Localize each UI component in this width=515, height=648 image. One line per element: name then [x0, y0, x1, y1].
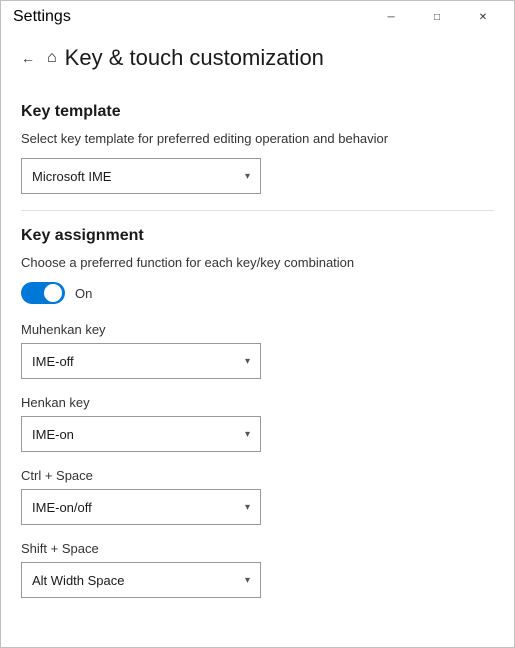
title-bar-left: Settings: [13, 8, 71, 26]
shift-space-value: Alt Width Space: [32, 573, 125, 588]
muhenkan-dropdown[interactable]: IME-off ▾: [21, 343, 261, 379]
muhenkan-value: IME-off: [32, 354, 74, 369]
title-bar-controls: ─ □ ✕: [368, 1, 506, 33]
back-button[interactable]: ←: [21, 50, 35, 66]
content-area: ← ⌂ Key & touch customization Key templa…: [1, 33, 514, 647]
key-assignment-section-title: Key assignment: [21, 227, 494, 245]
ctrl-space-dropdown-arrow: ▾: [245, 502, 250, 513]
key-template-dropdown[interactable]: Microsoft IME ▾: [21, 158, 261, 194]
henkan-label: Henkan key: [21, 395, 494, 410]
key-assignment-description: Choose a preferred function for each key…: [21, 255, 494, 270]
maximize-button[interactable]: □: [414, 1, 460, 33]
back-icon: ←: [21, 50, 35, 66]
minimize-button[interactable]: ─: [368, 1, 414, 33]
henkan-dropdown-arrow: ▾: [245, 429, 250, 440]
shift-space-label: Shift + Space: [21, 541, 494, 556]
toggle-row: On: [21, 282, 494, 304]
title-bar-title: Settings: [13, 8, 71, 26]
page-title: ⌂ Key & touch customization: [47, 45, 324, 71]
settings-window: Settings ─ □ ✕ ← ⌂ Key & touch customiza…: [0, 0, 515, 648]
henkan-value: IME-on: [32, 427, 74, 442]
ctrl-space-value: IME-on/off: [32, 500, 92, 515]
close-button[interactable]: ✕: [460, 1, 506, 33]
muhenkan-label: Muhenkan key: [21, 322, 494, 337]
shift-space-dropdown-arrow: ▾: [245, 575, 250, 586]
key-template-value: Microsoft IME: [32, 169, 111, 184]
muhenkan-dropdown-arrow: ▾: [245, 356, 250, 367]
page-title-text: Key & touch customization: [65, 45, 324, 71]
toggle-label: On: [75, 286, 92, 301]
home-icon: ⌂: [47, 49, 57, 67]
henkan-dropdown[interactable]: IME-on ▾: [21, 416, 261, 452]
key-assignment-toggle[interactable]: [21, 282, 65, 304]
page-header: ← ⌂ Key & touch customization: [21, 33, 494, 87]
toggle-knob: [44, 284, 62, 302]
key-template-description: Select key template for preferred editin…: [21, 131, 494, 146]
key-template-dropdown-arrow: ▾: [245, 171, 250, 182]
key-template-section-title: Key template: [21, 103, 494, 121]
shift-space-dropdown[interactable]: Alt Width Space ▾: [21, 562, 261, 598]
ctrl-space-label: Ctrl + Space: [21, 468, 494, 483]
title-bar: Settings ─ □ ✕: [1, 1, 514, 33]
ctrl-space-dropdown[interactable]: IME-on/off ▾: [21, 489, 261, 525]
section-divider-1: [21, 210, 494, 211]
